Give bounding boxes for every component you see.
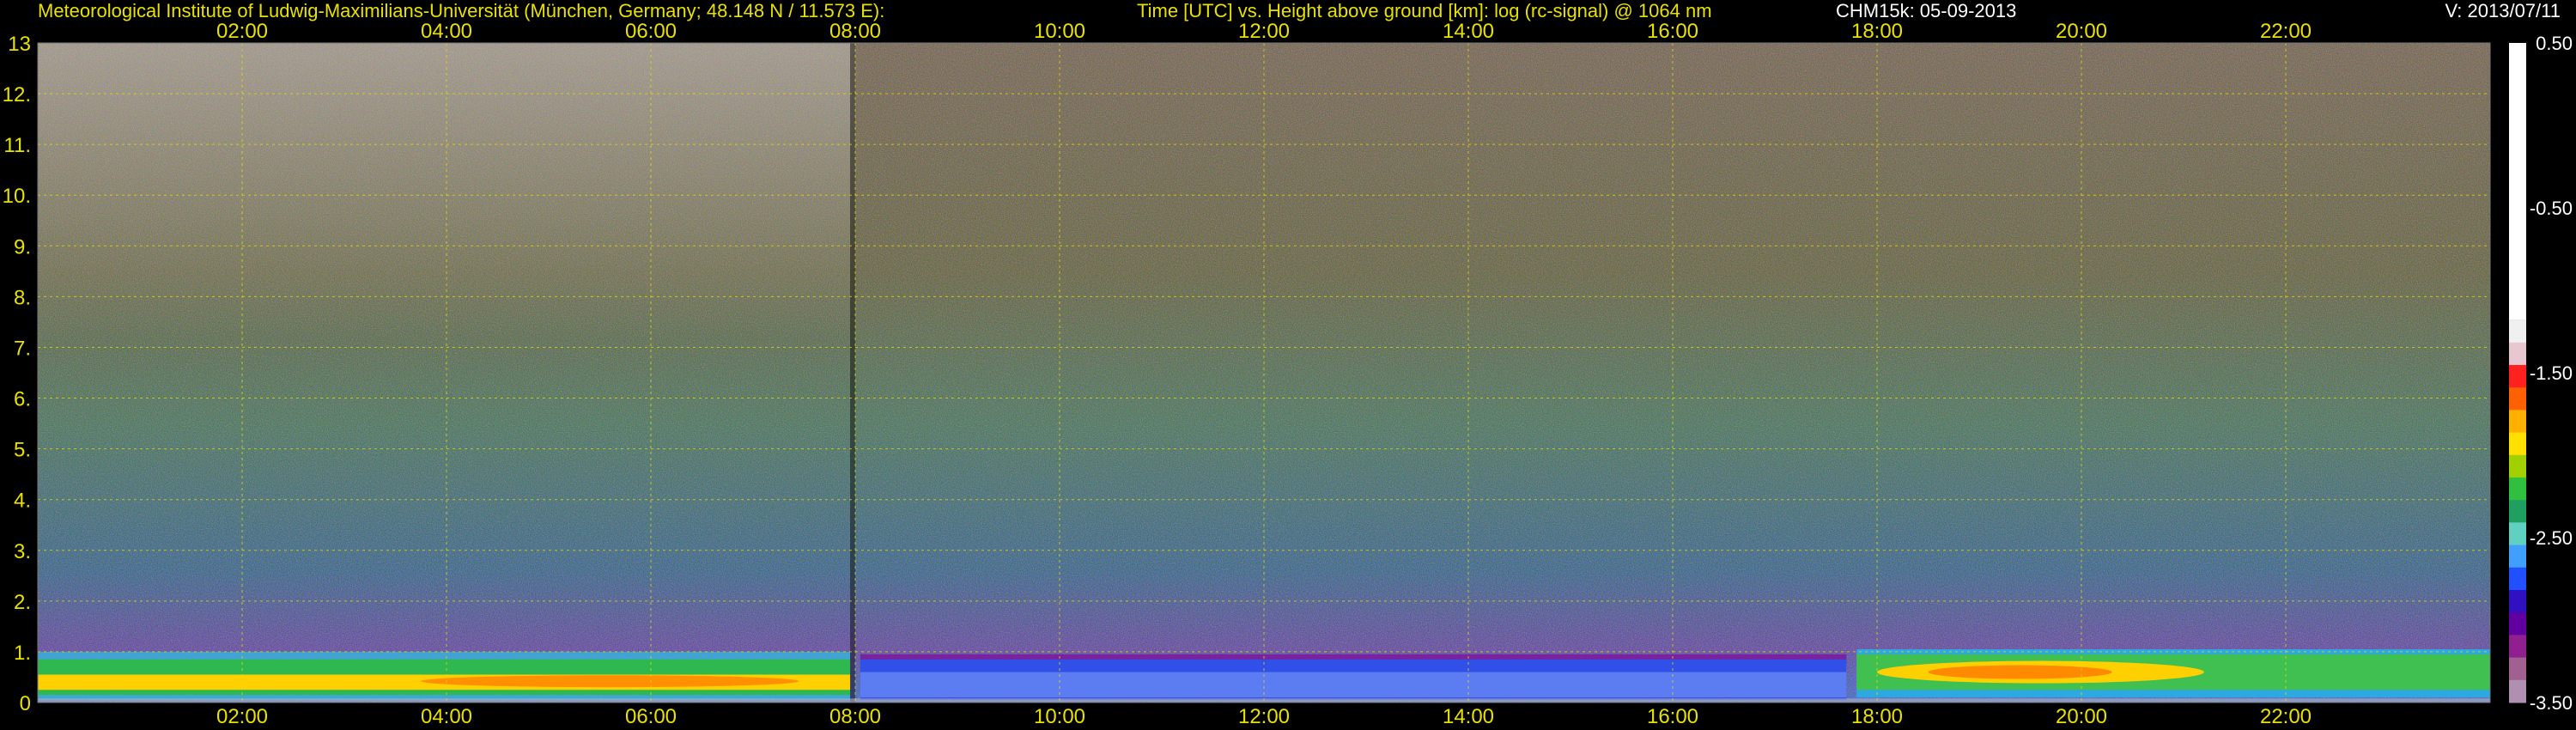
colorbar-segment [2509, 387, 2526, 411]
colorbar-segment [2509, 544, 2526, 569]
x-tick-label-top: 02:00 [216, 20, 268, 43]
x-tick-label-bottom: 16:00 [1647, 705, 1698, 728]
colorbar-segment [2509, 364, 2526, 388]
y-tick-label: 1. [14, 642, 31, 665]
x-tick-label-bottom: 02:00 [216, 705, 268, 728]
colorbar-segment [2509, 589, 2526, 613]
y-tick-label: 12. [3, 83, 31, 106]
colorbar: 0.50 -0.50 -1.50 -2.50 -3.50 [2509, 33, 2573, 714]
colorbar-segment [2509, 679, 2526, 703]
y-axis: 0 1. 2. 3. 4. 5. 6. 7. 8. 9. 10. 11. 12. 13 [3, 33, 31, 715]
y-tick-label: 7. [14, 337, 31, 360]
x-tick-label-top: 06:00 [625, 20, 677, 43]
colorbar-segment [2509, 477, 2526, 501]
x-tick-label-bottom: 06:00 [625, 705, 677, 728]
feature-layer-1-peak [421, 675, 799, 688]
x-tick-label-top: 12:00 [1238, 20, 1290, 43]
colorbar-segment [2509, 342, 2526, 366]
colorbar-segment [2509, 410, 2526, 434]
y-tick-label: 10. [3, 185, 31, 208]
x-tick-label-top: 18:00 [1851, 20, 1903, 43]
colorbar-segment [2509, 567, 2526, 591]
feature-layer-3-peak [1928, 665, 2112, 679]
colorbar-tick-label: -2.50 [2530, 527, 2573, 549]
colorbar-segment [2509, 454, 2526, 478]
transition-line [850, 43, 856, 703]
x-tick-label-bottom: 18:00 [1851, 705, 1903, 728]
x-tick-label-top: 20:00 [2056, 20, 2107, 43]
y-tick-label: 8. [14, 286, 31, 309]
x-axis-bottom: 02:00 04:00 06:00 08:00 10:00 12:00 14:00 16:00… [216, 705, 2312, 728]
colorbar-segment [2509, 500, 2526, 523]
colorbar-segment [2509, 612, 2526, 636]
x-tick-label-bottom: 12:00 [1238, 705, 1290, 728]
colorbar-segment [2509, 635, 2526, 659]
x-tick-label-top: 22:00 [2260, 20, 2312, 43]
colorbar-segment [2509, 432, 2526, 456]
y-tick-label: 13 [8, 33, 31, 56]
x-tick-label-top: 04:00 [421, 20, 472, 43]
x-tick-label-bottom: 08:00 [829, 705, 881, 728]
x-tick-label-bottom: 20:00 [2056, 705, 2107, 728]
feature-layer-2-inner [860, 672, 1847, 698]
y-tick-label: 6. [14, 388, 31, 411]
y-tick-label: 4. [14, 490, 31, 513]
chart-canvas: 0 1. 2. 3. 4. 5. 6. 7. 8. 9. 10. 11. 12. 13 02:00 04:0… [3, 20, 2573, 728]
x-tick-label-top: 14:00 [1443, 20, 1494, 43]
colorbar-segment [2509, 522, 2526, 546]
x-tick-label-bottom: 14:00 [1443, 705, 1494, 728]
x-axis-top: 02:00 04:00 06:00 08:00 10:00 12:00 14:00 16:00… [216, 20, 2312, 43]
x-tick-label-top: 10:00 [1034, 20, 1085, 43]
y-tick-label: 9. [14, 235, 31, 259]
colorbar-tick-label: -1.50 [2530, 362, 2573, 384]
feature-layer-2-top [860, 654, 1847, 660]
x-tick-label-top: 16:00 [1647, 20, 1698, 43]
y-tick-label: 0 [20, 692, 31, 715]
x-tick-label-bottom: 10:00 [1034, 705, 1085, 728]
colorbar-tick-label: -0.50 [2530, 198, 2573, 219]
x-tick-label-bottom: 22:00 [2260, 705, 2312, 728]
y-tick-label: 3. [14, 540, 31, 563]
colorbar-segment [2509, 319, 2526, 344]
x-tick-label-bottom: 04:00 [421, 705, 472, 728]
x-tick-label-top: 08:00 [829, 20, 881, 43]
colorbar-segment [2509, 43, 2526, 320]
colorbar-tick-label: 0.50 [2536, 33, 2573, 54]
y-tick-label: 11. [3, 134, 31, 157]
y-tick-label: 2. [14, 591, 31, 614]
colorbar-tick-label: -3.50 [2530, 692, 2573, 714]
y-tick-label: 5. [14, 439, 31, 462]
colorbar-segment [2509, 657, 2526, 681]
